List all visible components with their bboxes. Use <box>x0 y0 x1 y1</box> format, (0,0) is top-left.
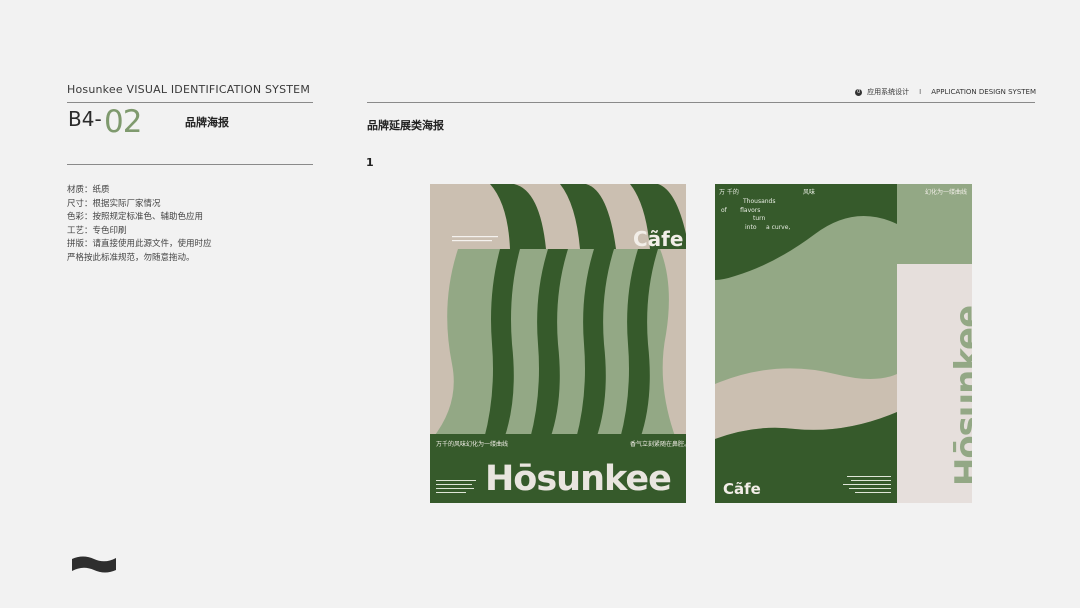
section-nav: 0 应用系统设计 I APPLICATION DESIGN SYSTEM <box>855 87 1036 97</box>
section-nav-cn: 应用系统设计 <box>867 88 910 96</box>
poster-right-en-line: into a curve, <box>745 223 791 231</box>
poster-left-cafe: Cãfe <box>633 227 684 251</box>
left-column-divider <box>67 164 313 165</box>
spec-item: 材质：纸质 <box>67 185 110 195</box>
nav-divider: I <box>919 88 922 96</box>
poster-right-en-line: Thousands <box>743 198 776 205</box>
poster-right: 万 千的 风味 幻化为一缕曲线 Thousands of flavors tur… <box>715 184 972 503</box>
poster-right-brand-vertical: Hōsunkee <box>948 305 972 487</box>
poster-left-brand: Hōsunkee <box>485 459 672 499</box>
header-divider-left <box>67 102 313 103</box>
section-number-badge: 0 <box>855 88 863 96</box>
poster-right-en-line: of flavors <box>721 206 761 214</box>
poster-left-tagline: 万千的风味幻化为一缕曲线 <box>436 441 509 448</box>
wave-logo-icon <box>72 556 116 573</box>
poster-right-corner-cn: 幻化为一缕曲线 <box>925 189 968 196</box>
section-code-number: 02 <box>104 104 142 140</box>
header-divider-right <box>367 102 1035 103</box>
spec-item: 拼版：请直接使用此源文件，使用时应 <box>67 239 212 249</box>
page-subtitle: 品牌延展类海报 <box>367 119 444 132</box>
spec-list: 材质：纸质 尺寸：根据实际厂家情况 色彩：按照规定标准色、辅助色应用 工艺：专色… <box>67 184 212 265</box>
section-nav-en: APPLICATION DESIGN SYSTEM <box>931 88 1036 96</box>
spec-item: 严格按此标准规范，勿随意拖动。 <box>67 252 195 263</box>
poster-right-cn-mid: 风味 <box>803 189 816 196</box>
spec-item: 工艺：专色印刷 <box>67 225 127 236</box>
poster-right-en-line: turn <box>753 215 766 222</box>
brand-wave-logo <box>71 555 117 579</box>
spec-item: 尺寸：根据实际厂家情况 <box>67 198 161 209</box>
poster-left: Cãfe 万千的风味幻化为一缕曲线 香气立刻紧随在鼻腔。 Hōsunkee <box>430 184 686 503</box>
brand-header: Hosunkee VISUAL IDENTIFICATION SYSTEM <box>67 83 311 96</box>
item-number: 1 <box>366 156 374 169</box>
poster-right-cafe: Cãfe <box>723 480 761 498</box>
spec-item: 色彩：按照规定标准色、辅助色应用 <box>67 212 204 222</box>
section-code-prefix: B4- <box>68 107 102 131</box>
section-title: 品牌海报 <box>185 116 229 129</box>
poster-right-cn-left: 万 千的 <box>719 189 739 196</box>
poster-right-en-block: Thousands of flavors turn into a curve, <box>721 198 790 232</box>
poster-left-tagline-right: 香气立刻紧随在鼻腔。 <box>630 441 686 448</box>
